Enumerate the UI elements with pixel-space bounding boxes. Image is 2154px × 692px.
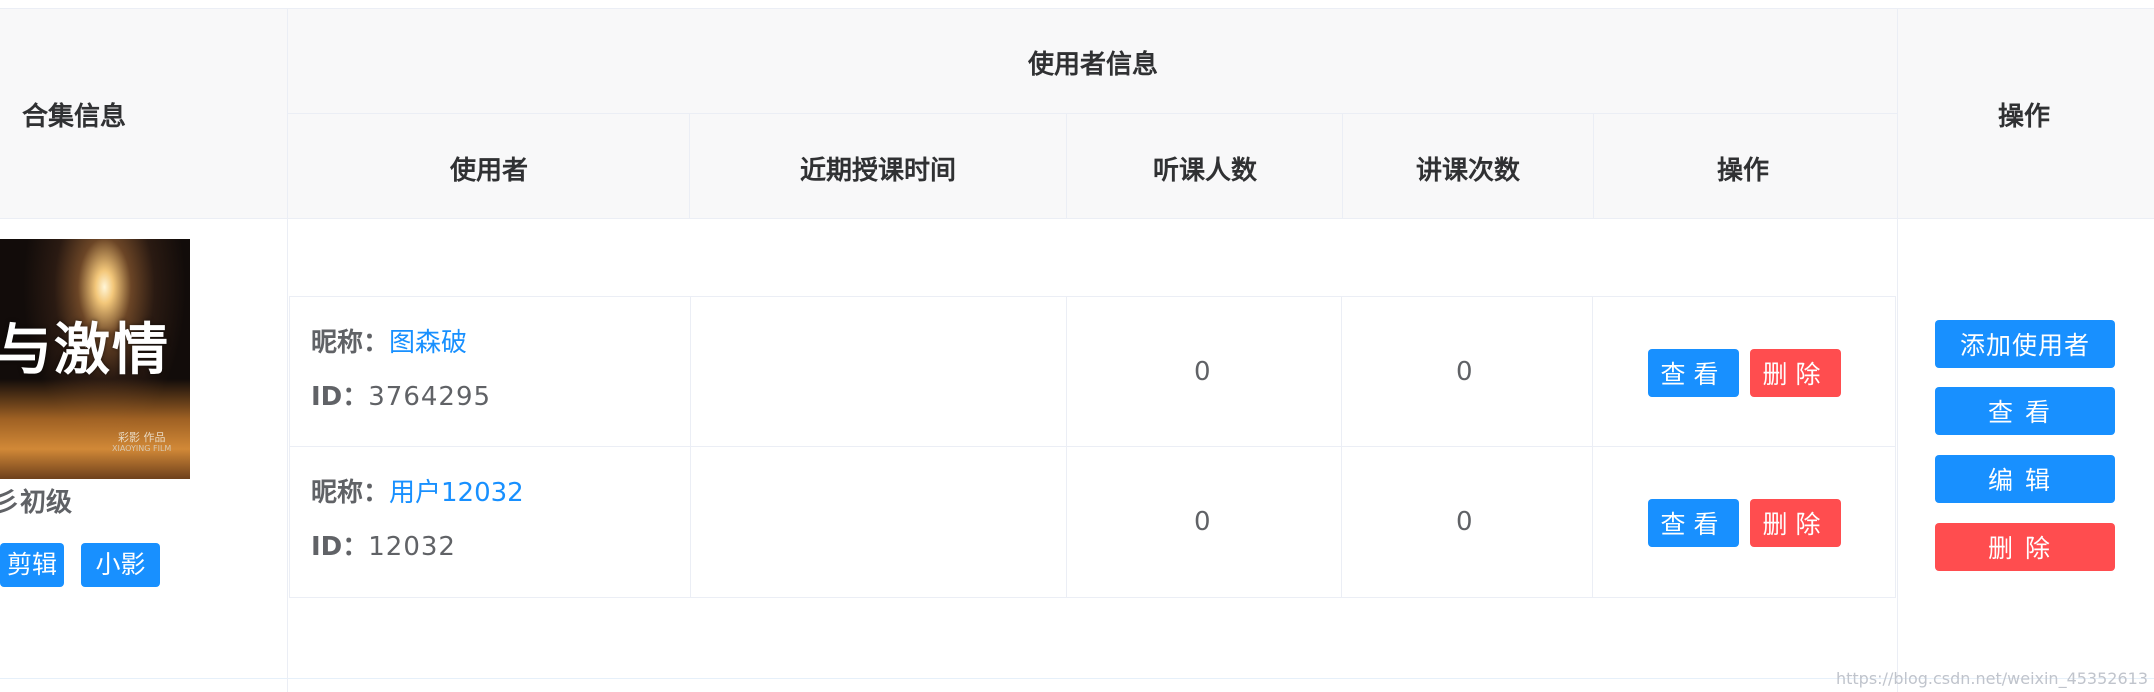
user-row-2-nickname: 昵称：用户12032 bbox=[311, 472, 524, 509]
subtable-border-top bbox=[289, 296, 1896, 297]
header-bg-user-columns bbox=[288, 114, 1898, 218]
user-row-1-nickname: 昵称：图森破 bbox=[311, 322, 467, 359]
subtable-col-2 bbox=[1066, 296, 1067, 598]
subtable-border-mid bbox=[289, 446, 1896, 447]
border-hdr-col-1 bbox=[689, 113, 690, 218]
cover-small-text: 彩影 作品 bbox=[118, 431, 166, 444]
header-col-recent-time: 近期授课时间 bbox=[800, 156, 957, 186]
subtable-col-4 bbox=[1592, 296, 1593, 598]
view-collection-button[interactable]: 查看 bbox=[1935, 387, 2115, 435]
user-row-2-delete-button[interactable]: 删除 bbox=[1750, 499, 1841, 547]
id-label: ID： bbox=[311, 532, 369, 562]
collection-name: 彡初级 bbox=[0, 488, 73, 518]
user-row-2-listeners: 0 bbox=[1194, 507, 1211, 537]
header-collection-info: 合集信息 bbox=[22, 102, 127, 132]
edit-collection-button[interactable]: 编辑 bbox=[1935, 455, 2115, 503]
collection-cover-image: 与激情 彩影 作品 XIAOYING FILM bbox=[0, 239, 190, 479]
user-row-1-delete-button[interactable]: 删除 bbox=[1750, 349, 1841, 397]
header-col-user-ops: 操作 bbox=[1717, 156, 1770, 186]
user-row-1-id: ID：3764295 bbox=[311, 376, 491, 413]
border-hdr-col-3 bbox=[1342, 113, 1343, 218]
collection-tag-xiaoying[interactable]: 小影 bbox=[81, 543, 160, 587]
collection-table: 合集信息 使用者信息 使用者 近期授课时间 听课人数 讲课次数 操作 操作 与激… bbox=[0, 0, 2154, 692]
border-hdr-col-2 bbox=[1066, 113, 1067, 218]
border-bottom bbox=[0, 678, 2154, 679]
watermark: https://blog.csdn.net/weixin_45352613 bbox=[1835, 669, 2148, 688]
subtable-border-right bbox=[1895, 296, 1896, 598]
collection-tag-edit[interactable]: 剪辑 bbox=[0, 543, 64, 587]
delete-collection-button[interactable]: 删除 bbox=[1935, 523, 2115, 571]
border-top bbox=[0, 8, 2154, 9]
header-user-info: 使用者信息 bbox=[1028, 50, 1159, 80]
user-row-2-id: ID：12032 bbox=[311, 526, 456, 563]
nickname-label: 昵称： bbox=[311, 478, 390, 508]
border-hdr-col-4 bbox=[1593, 113, 1594, 218]
user-nickname-link[interactable]: 用户12032 bbox=[389, 478, 524, 508]
cover-title: 与激情 bbox=[0, 317, 170, 383]
id-label: ID： bbox=[311, 382, 369, 412]
header-col-lectures: 讲课次数 bbox=[1416, 156, 1521, 186]
subtable-col-1 bbox=[690, 296, 691, 598]
cover-smaller-text: XIAOYING FILM bbox=[112, 444, 172, 453]
border-header-bottom bbox=[0, 218, 2154, 219]
header-operations: 操作 bbox=[1998, 102, 2051, 132]
add-user-button[interactable]: 添加使用者 bbox=[1935, 320, 2115, 368]
user-row-2-view-button[interactable]: 查看 bbox=[1648, 499, 1739, 547]
user-row-1-view-button[interactable]: 查看 bbox=[1648, 349, 1739, 397]
border-col-operations bbox=[1897, 8, 1898, 692]
header-col-user: 使用者 bbox=[450, 156, 529, 186]
user-row-1-listeners: 0 bbox=[1194, 357, 1211, 387]
subtable-col-3 bbox=[1341, 296, 1342, 598]
subtable-border-left bbox=[289, 296, 290, 598]
user-row-1-lectures: 0 bbox=[1456, 357, 1473, 387]
user-id: 3764295 bbox=[368, 382, 492, 412]
user-row-2-lectures: 0 bbox=[1456, 507, 1473, 537]
user-nickname-link[interactable]: 图森破 bbox=[389, 328, 467, 358]
nickname-label: 昵称： bbox=[311, 328, 390, 358]
header-col-listeners: 听课人数 bbox=[1153, 156, 1258, 186]
user-id: 12032 bbox=[368, 532, 456, 562]
subtable-border-bottom bbox=[289, 597, 1896, 598]
border-header-split bbox=[288, 113, 1898, 114]
border-col-collection bbox=[287, 8, 288, 692]
